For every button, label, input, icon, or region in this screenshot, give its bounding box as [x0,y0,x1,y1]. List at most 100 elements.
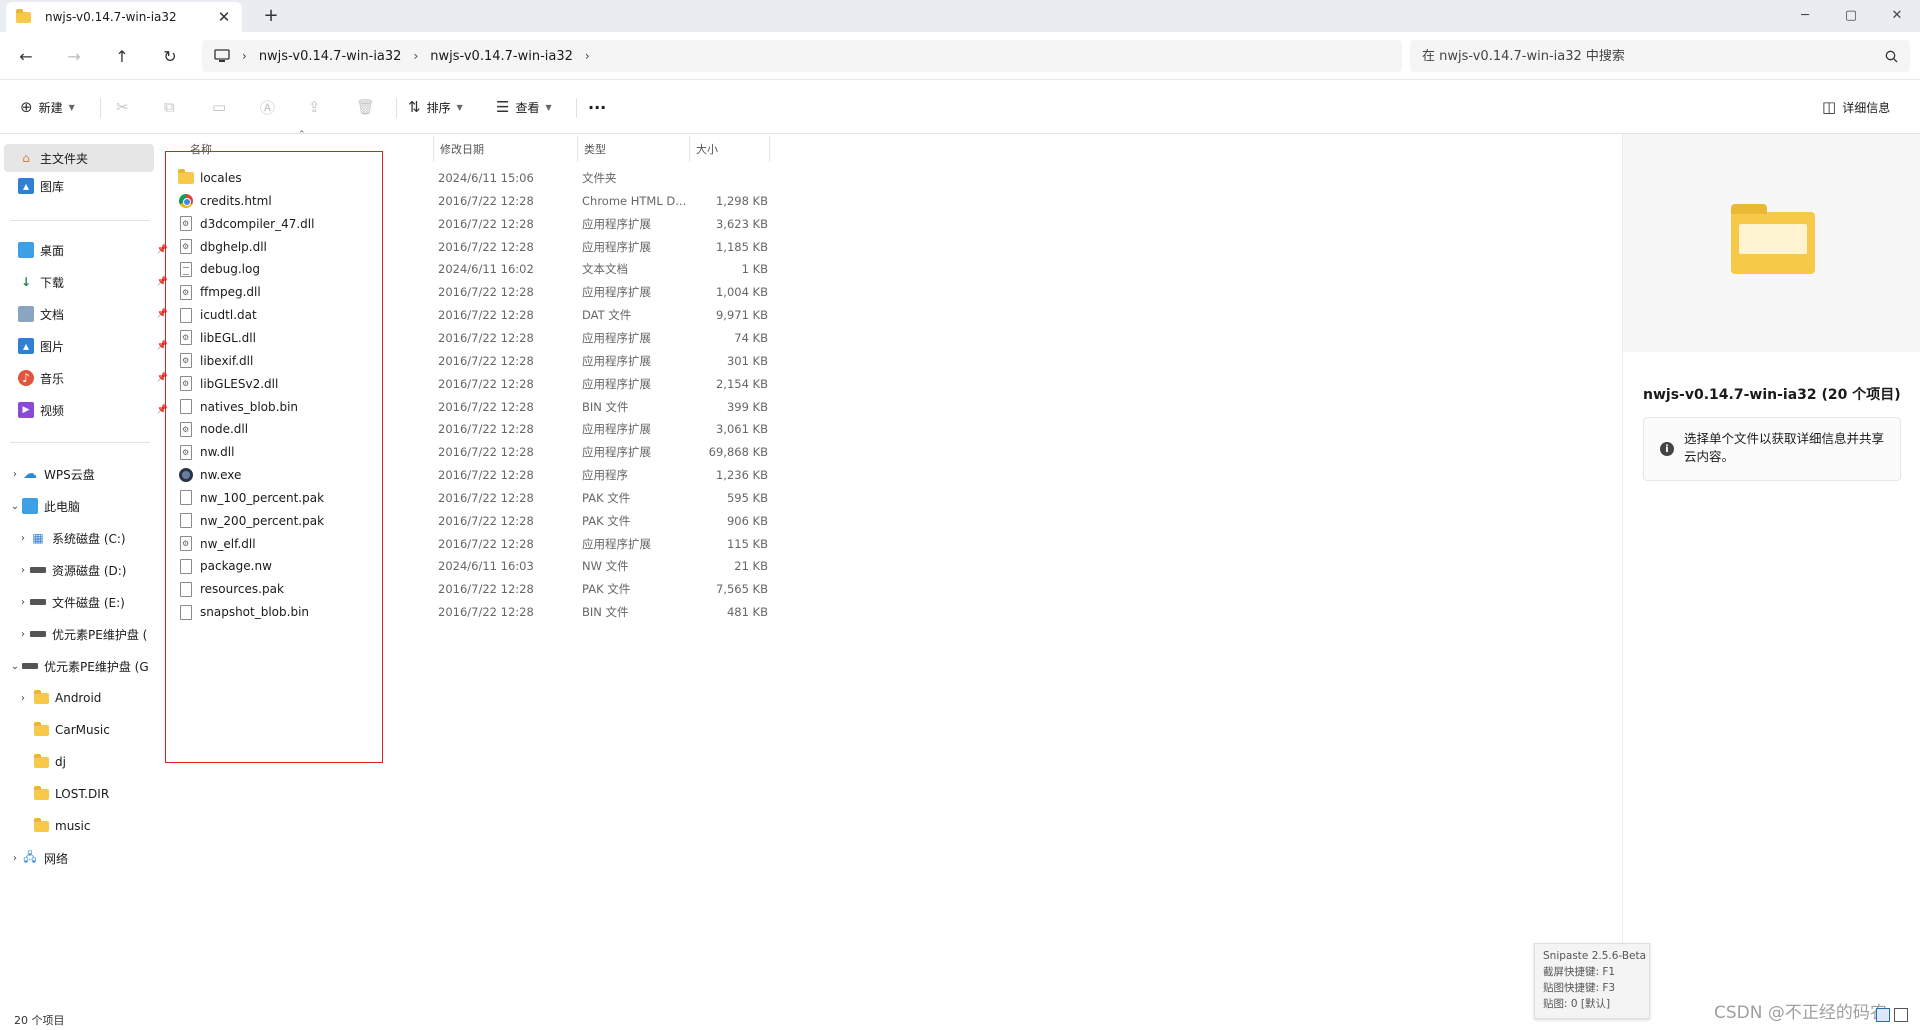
videos-icon: ▶ [18,402,34,418]
back-button[interactable]: ← [14,44,38,68]
paste-button[interactable]: ▭ [212,95,232,119]
sidebar-item-label: music [55,819,91,833]
breadcrumb-item[interactable]: nwjs-v0.14.7-win-ia32 [259,49,402,64]
details-pane-button[interactable]: ◫ 详细信息 [1822,95,1890,119]
sidebar-item-drive-e[interactable]: › 文件磁盘 (E:) [16,588,174,616]
chevron-right-icon[interactable]: › [8,469,22,480]
file-name: node.dll [200,422,249,437]
breadcrumb-separator[interactable]: › [585,49,590,63]
view-icon: ☰ [496,98,510,116]
large-folder-icon [1731,204,1815,274]
sidebar-item-drive-d[interactable]: › 资源磁盘 (D:) [16,556,174,584]
breadcrumb-item[interactable]: nwjs-v0.14.7-win-ia32 [430,49,573,64]
sidebar-item-android[interactable]: › Android [16,684,174,712]
chevron-right-icon[interactable]: › [16,565,30,576]
chevron-right-icon[interactable]: › [16,629,30,640]
search-input[interactable] [1422,48,1885,64]
cloud-icon: ☁ [23,466,37,482]
home-icon: ⌂ [22,151,30,165]
file-row[interactable]: snapshot_blob.bin 2016/7/22 12:28 BIN 文件 48… [162,598,782,626]
search-icon[interactable] [1885,50,1898,63]
sidebar-item-pe-drive[interactable]: › 优元素PE维护盘 ( [16,620,174,648]
sidebar-item-drive-c[interactable]: › ▦ 系统磁盘 (C:) [16,524,174,552]
drive-icon: ▦ [32,531,44,545]
sidebar-item-desktop[interactable]: 桌面 📌 [18,236,176,264]
sidebar-item-gallery[interactable]: ▴ 图库 [4,172,162,200]
sidebar-item-home[interactable]: ⌂ 主文件夹 [4,144,154,172]
folder-icon [34,785,49,800]
sidebar-item-label: 此电脑 [44,499,81,514]
tiles-view-icon[interactable] [1894,1008,1908,1022]
maximize-button[interactable]: ▢ [1828,0,1874,30]
column-header-size[interactable]: 大小 [690,136,770,162]
dll-file-icon [180,421,192,437]
sidebar-item-documents[interactable]: 文档 📌 [18,300,176,328]
divider [10,220,150,221]
file-name: resources.pak [200,582,284,597]
sidebar-item-videos[interactable]: ▶ 视频 📌 [18,396,176,424]
tab-bar: nwjs-v0.14.7-win-ia32 ✕ + ─ ▢ ✕ [0,0,1920,32]
file-name: libexif.dll [200,353,254,368]
sidebar-item-downloads[interactable]: ↓ 下载 📌 [18,268,176,296]
sidebar-item-network[interactable]: › 🖧 网络 [8,844,166,872]
sidebar-item-wps-cloud[interactable]: › ☁ WPS云盘 [8,460,166,488]
navigation-bar: ← → ↑ ↻ › nwjs-v0.14.7-win-ia32 › nwjs-v… [0,32,1920,80]
sidebar-item-pictures[interactable]: ▴ 图片 📌 [18,332,176,360]
sidebar-item-dj[interactable]: dj [16,748,174,776]
download-icon: ↓ [20,275,32,289]
drive-icon [30,631,46,637]
file-name: nw.exe [200,468,242,483]
pc-icon [22,498,38,514]
up-button[interactable]: ↑ [110,44,134,68]
file-name: snapshot_blob.bin [200,605,310,620]
more-options-button[interactable]: ··· [588,95,606,119]
documents-icon [18,306,34,322]
file-type: BIN 文件 [582,605,629,620]
share-button[interactable]: ⇪ [308,95,327,119]
chevron-right-icon[interactable]: › [8,853,22,864]
sidebar-item-lost-dir[interactable]: LOST.DIR [16,780,174,808]
cut-button[interactable]: ✂ [116,95,135,119]
gallery-icon: ▴ [18,178,34,194]
file-name: nw_200_percent.pak [200,513,325,528]
view-button[interactable]: ☰ 查看 ▼ [496,95,552,119]
sidebar-item-label: 桌面 [40,243,65,258]
sidebar-item-carmusic[interactable]: CarMusic [16,716,174,744]
sidebar-item-pe-drive-g[interactable]: ⌄ 优元素PE维护盘 (G [8,652,166,680]
close-window-button[interactable]: ✕ [1874,0,1920,30]
chevron-down-icon[interactable]: ⌄ [8,501,22,512]
details-view-icon[interactable] [1876,1008,1890,1022]
sidebar-item-music[interactable]: ♪ 音乐 📌 [18,364,176,392]
file-name: nw_100_percent.pak [200,490,325,505]
copy-button[interactable]: ⧉ [164,95,181,119]
tab-current[interactable]: nwjs-v0.14.7-win-ia32 ✕ [6,2,242,32]
column-header-type[interactable]: 类型 [578,136,690,162]
details-label: 详细信息 [1842,100,1891,115]
new-tab-button[interactable]: + [260,5,282,26]
file-name: nw_elf.dll [200,536,256,551]
breadcrumb-separator: › [413,49,419,63]
minimize-button[interactable]: ─ [1782,0,1828,30]
delete-button[interactable]: 🗑 [356,95,381,119]
close-tab-icon[interactable]: ✕ [216,8,232,26]
chevron-down-icon: ▼ [456,102,463,112]
chevron-right-icon[interactable]: › [16,597,30,608]
rename-button[interactable]: Ⓐ [260,95,281,119]
search-box[interactable] [1410,40,1910,72]
new-button[interactable]: ⊕ 新建 ▼ [20,95,75,119]
sort-button[interactable]: ⇅ 排序 ▼ [408,95,463,119]
preview-area [1623,134,1920,352]
file-name-cell: snapshot_blob.bin [178,598,309,626]
forward-button[interactable]: → [62,44,86,68]
column-header-name[interactable]: 名称 [184,136,434,162]
address-bar[interactable]: › nwjs-v0.14.7-win-ia32 › nwjs-v0.14.7-w… [202,40,1402,72]
column-header-date[interactable]: 修改日期 [434,136,578,162]
sidebar-item-this-pc[interactable]: ⌄ 此电脑 [8,492,166,520]
refresh-button[interactable]: ↻ [158,44,182,68]
sidebar-item-music-folder[interactable]: music [16,812,174,840]
chevron-right-icon[interactable]: › [16,693,30,704]
chevron-down-icon[interactable]: ⌄ [8,661,22,672]
file-name: d3dcompiler_47.dll [200,216,315,231]
chevron-right-icon[interactable]: › [16,533,30,544]
sort-icon: ⇅ [408,98,421,116]
